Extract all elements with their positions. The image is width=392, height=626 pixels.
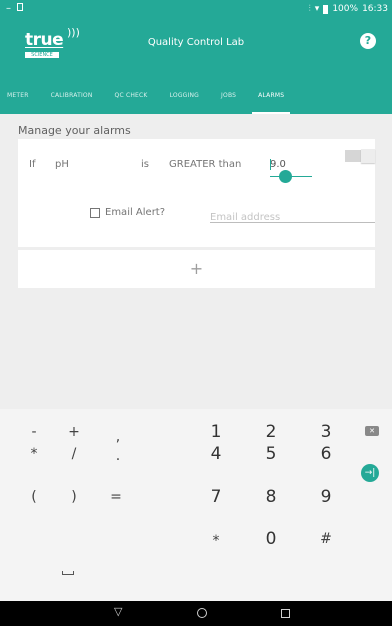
backspace-icon[interactable]: ✕ (365, 426, 379, 436)
tab-calibration[interactable]: CALIBRATION (51, 84, 93, 114)
key-open-paren[interactable]: ( (14, 477, 54, 517)
battery-level: 100% (332, 4, 359, 14)
tab-bar: METER CALIBRATION QC CHECK LOGGING JOBS … (0, 84, 392, 114)
page-title: Quality Control Lab (147, 37, 245, 48)
text-cursor (270, 159, 271, 170)
key-slash[interactable]: / (54, 434, 94, 474)
key-asterisk[interactable]: * (14, 434, 54, 474)
key-4[interactable]: 4 (196, 434, 236, 474)
toggle-thumb (361, 149, 375, 163)
key-hash[interactable]: # (306, 519, 346, 559)
clock: 16:33 (362, 4, 388, 14)
recents-icon[interactable] (281, 609, 290, 618)
email-alert-checkbox[interactable] (90, 207, 100, 218)
key-period[interactable]: . (98, 436, 138, 476)
help-icon[interactable]: ? (360, 33, 376, 49)
home-icon[interactable] (197, 608, 207, 618)
email-alert-label: Email Alert? (105, 207, 166, 218)
key-equals[interactable]: = (96, 477, 136, 517)
tab-alarms[interactable]: ALARMS (252, 84, 291, 114)
text-selection-handle[interactable] (279, 170, 292, 183)
key-6[interactable]: 6 (306, 434, 346, 474)
notification-icons: – (6, 3, 24, 14)
space-key[interactable] (62, 571, 74, 575)
alarm-value-text: 9.0 (270, 159, 286, 170)
wifi-icon: ▾ (314, 4, 320, 14)
tab-meter[interactable]: METER (7, 84, 29, 114)
vibrate-icon: ⫶ (308, 4, 311, 14)
add-alarm-card: + (18, 250, 375, 288)
screenshot-icon (17, 3, 24, 11)
key-9[interactable]: 9 (306, 477, 346, 517)
condition-select[interactable]: GREATER than (169, 159, 241, 170)
tab-logging[interactable]: LOGGING (170, 84, 199, 114)
key-star[interactable]: * (196, 521, 236, 561)
app-bar: true ))) SCIENCE Quality Control Lab ? (0, 22, 392, 84)
go-icon[interactable]: →| (361, 464, 379, 482)
parameter-select[interactable]: pH (55, 159, 69, 170)
add-alarm-button[interactable]: + (18, 250, 375, 288)
alarm-enable-toggle[interactable] (345, 149, 375, 163)
alarm-card: If pH is GREATER than 9.0 Email Alert? (18, 139, 375, 247)
email-input[interactable] (210, 212, 375, 223)
alarm-rule-row: If pH is GREATER than 9.0 (18, 157, 375, 177)
tab-qc-check[interactable]: QC CHECK (115, 84, 148, 114)
tab-jobs[interactable]: JOBS (221, 84, 236, 114)
system-nav-bar: ▽ (0, 601, 392, 626)
numeric-keyboard: - + , 1 2 3 ✕ * / . 4 5 6 →| ( ) = 7 8 9… (0, 409, 392, 601)
logo-tagline: SCIENCE (25, 52, 59, 58)
status-left-icons: – (6, 3, 11, 14)
email-alert-checkbox-row[interactable]: Email Alert? (90, 207, 165, 218)
key-5[interactable]: 5 (251, 434, 291, 474)
back-icon[interactable]: ▽ (114, 606, 122, 618)
key-7[interactable]: 7 (196, 477, 236, 517)
is-label: is (141, 159, 149, 170)
key-0[interactable]: 0 (251, 519, 291, 559)
email-field[interactable] (210, 205, 375, 223)
section-title: Manage your alarms (18, 124, 131, 137)
key-close-paren[interactable]: ) (54, 477, 94, 517)
if-label: If (29, 159, 36, 170)
battery-icon (323, 4, 329, 14)
status-bar: – ⫶ ▾ 100% 16:33 (0, 0, 392, 22)
key-8[interactable]: 8 (251, 477, 291, 517)
status-right: ⫶ ▾ 100% 16:33 (309, 4, 388, 14)
